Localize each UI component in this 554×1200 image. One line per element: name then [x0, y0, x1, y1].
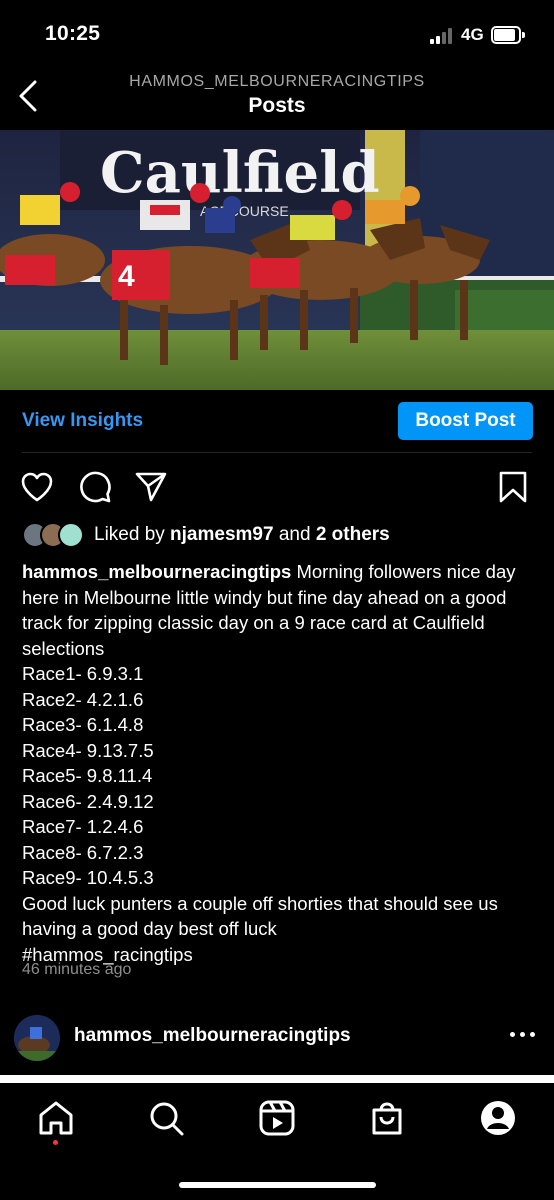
status-bar: 10:25 4G [0, 0, 554, 64]
signal-icon [430, 26, 456, 44]
reels-icon[interactable] [257, 1098, 297, 1138]
post-timestamp: 46 minutes ago [22, 961, 132, 978]
bookmark-icon[interactable] [496, 470, 530, 504]
next-post-image [0, 1075, 554, 1083]
race-line: Race5- 9.8.11.4 [22, 765, 153, 786]
status-time: 10:25 [45, 22, 101, 45]
race-line: Race2- 4.2.1.6 [22, 688, 144, 710]
race-line: Race1- 6.9.3.1 [22, 663, 144, 684]
view-insights-link[interactable]: View Insights [22, 410, 143, 432]
boost-post-button[interactable]: Boost Post [398, 402, 533, 440]
horse-racing-photo: Caulfield ACECOURSE 4 [0, 130, 554, 390]
network-type: 4G [461, 25, 484, 44]
notification-dot [53, 1140, 58, 1145]
divider [22, 452, 532, 453]
heart-icon[interactable] [20, 470, 54, 504]
header-account-name: HAMMOS_MELBOURNERACINGTIPS [129, 73, 425, 90]
send-icon[interactable] [134, 470, 168, 504]
liker-username[interactable]: njamesm97 [170, 524, 274, 545]
shop-icon[interactable] [367, 1098, 407, 1138]
avatar [58, 522, 84, 548]
caption-outro: Good luck punters a couple off shorties … [22, 892, 498, 940]
more-horizontal-icon[interactable] [510, 1030, 536, 1040]
profile-icon[interactable] [478, 1098, 518, 1138]
post-image[interactable]: Caulfield ACECOURSE 4 [0, 130, 554, 390]
home-indicator [179, 1182, 376, 1188]
race-line: Race3- 6.1.4.8 [22, 714, 144, 735]
post-author-username[interactable]: hammos_melbourneracingtips [74, 1025, 351, 1047]
search-icon[interactable] [146, 1098, 186, 1138]
comment-icon[interactable] [78, 470, 112, 504]
race-line: Race8- 6.7.2.3 [22, 841, 144, 863]
race-line: Race9- 10.4.5.3 [22, 867, 154, 888]
home-icon[interactable] [36, 1098, 76, 1138]
svg-text:4: 4 [118, 260, 135, 293]
liker-avatars[interactable] [22, 522, 88, 548]
race-line: Race6- 2.4.9.12 [22, 790, 154, 812]
caulfield-sign-text: Caulfield [100, 140, 380, 206]
page-header: HAMMOS_MELBOURNERACINGTIPS Posts [0, 64, 554, 130]
page-title: Posts [248, 94, 306, 117]
caption-username[interactable]: hammos_melbourneracingtips [22, 561, 291, 582]
race-line: Race7- 1.2.4.6 [22, 816, 144, 837]
likes-summary[interactable]: Liked by njamesm97 and 2 others [94, 524, 390, 546]
battery-icon [491, 26, 525, 44]
avatar[interactable] [14, 1015, 60, 1061]
post-caption: hammos_melbourneracingtips Morning follo… [22, 559, 534, 967]
race-line: Race4- 9.13.7.5 [22, 739, 154, 761]
others-link[interactable]: 2 others [316, 524, 390, 545]
